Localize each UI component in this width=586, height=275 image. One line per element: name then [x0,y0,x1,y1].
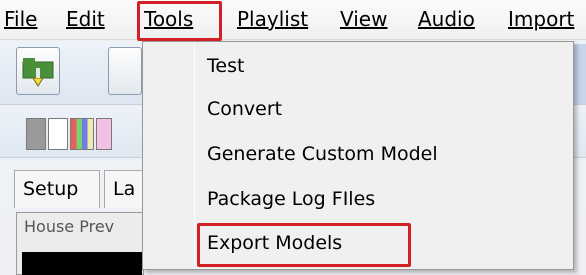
color-swatch-rgb[interactable] [70,118,94,150]
menu-bar: File Edit Tools Playlist View Audio Impo… [0,0,586,40]
open-folder-button[interactable] [16,47,60,95]
folder-play-icon [22,58,54,87]
export-models-highlight-box [197,223,411,267]
menu-playlist[interactable]: Playlist [237,7,308,31]
menu-item-test[interactable]: Test [207,54,244,78]
color-swatch-white[interactable] [48,118,68,150]
menu-file[interactable]: File [4,7,37,31]
tab-setup[interactable]: Setup [14,170,100,208]
menu-item-package-log-files[interactable]: Package Log FIles [207,187,375,211]
tools-highlight-box [137,1,222,41]
menu-item-generate-custom-model[interactable]: Generate Custom Model [207,142,438,166]
menu-view[interactable]: View [340,7,387,31]
house-preview-canvas [22,252,142,275]
menu-icon-gutter [194,44,195,268]
color-swatch-gray[interactable] [26,118,46,150]
toolbar-button[interactable] [108,47,142,95]
menu-item-convert[interactable]: Convert [207,97,282,121]
menu-audio[interactable]: Audio [418,7,475,31]
menu-import[interactable]: Import [508,7,574,31]
house-preview-label: House Prev [24,217,115,236]
menu-edit[interactable]: Edit [66,7,105,31]
color-swatch-pink[interactable] [96,118,112,150]
toolbar-right-edge [574,44,586,104]
